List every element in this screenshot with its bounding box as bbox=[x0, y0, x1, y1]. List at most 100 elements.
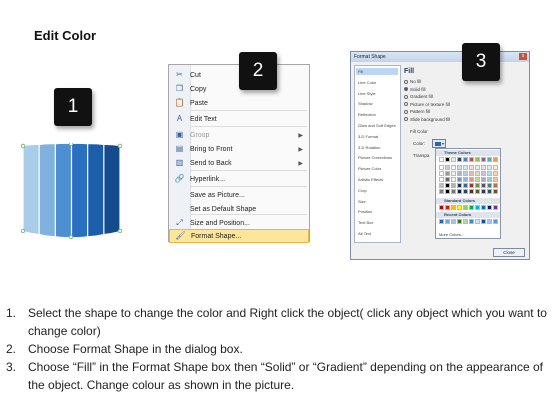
color-swatch[interactable] bbox=[445, 157, 450, 162]
color-swatch[interactable] bbox=[469, 189, 474, 194]
color-swatch[interactable] bbox=[457, 165, 462, 170]
color-swatch[interactable] bbox=[493, 171, 498, 176]
color-swatch[interactable] bbox=[445, 189, 450, 194]
color-swatch[interactable] bbox=[487, 157, 492, 162]
color-swatch[interactable] bbox=[463, 205, 468, 210]
color-swatch[interactable] bbox=[463, 157, 468, 162]
category-item[interactable]: Text Box bbox=[358, 219, 400, 226]
color-swatch[interactable] bbox=[481, 177, 486, 182]
color-swatch[interactable] bbox=[445, 205, 450, 210]
color-swatch[interactable] bbox=[493, 219, 498, 224]
color-swatch[interactable] bbox=[475, 171, 480, 176]
category-item[interactable]: Shadow bbox=[358, 100, 400, 107]
color-swatch[interactable] bbox=[475, 189, 480, 194]
color-swatch[interactable] bbox=[445, 171, 450, 176]
color-swatch[interactable] bbox=[457, 157, 462, 162]
color-swatch[interactable] bbox=[487, 189, 492, 194]
color-swatch[interactable] bbox=[445, 183, 450, 188]
radio-icon[interactable] bbox=[404, 117, 408, 121]
fill-option[interactable]: Gradient fill bbox=[404, 94, 433, 99]
category-item[interactable]: Crop bbox=[358, 187, 400, 194]
color-swatch[interactable] bbox=[493, 165, 498, 170]
color-swatch[interactable] bbox=[475, 157, 480, 162]
color-swatch[interactable] bbox=[457, 183, 462, 188]
color-swatch[interactable] bbox=[451, 205, 456, 210]
shape-segment[interactable] bbox=[23, 145, 39, 234]
radio-icon[interactable] bbox=[404, 109, 408, 114]
category-item[interactable]: Line Color bbox=[358, 79, 400, 86]
category-item[interactable]: Position bbox=[358, 208, 400, 215]
close-button[interactable]: Close bbox=[493, 248, 525, 257]
radio-icon[interactable] bbox=[404, 87, 408, 91]
color-swatch[interactable] bbox=[463, 177, 468, 182]
radio-icon[interactable] bbox=[404, 102, 408, 106]
color-swatch[interactable] bbox=[481, 165, 486, 170]
color-swatch[interactable] bbox=[445, 165, 450, 170]
color-swatch[interactable] bbox=[469, 157, 474, 162]
category-item[interactable]: Line Style bbox=[358, 90, 400, 97]
color-swatch[interactable] bbox=[469, 219, 474, 224]
color-swatch[interactable] bbox=[493, 157, 498, 162]
color-swatch[interactable] bbox=[493, 205, 498, 210]
color-swatch[interactable] bbox=[487, 219, 492, 224]
shape-segment[interactable] bbox=[39, 144, 55, 237]
color-swatch[interactable] bbox=[439, 177, 444, 182]
color-swatch[interactable] bbox=[481, 219, 486, 224]
category-item[interactable]: Picture Corrections bbox=[358, 154, 400, 161]
color-swatch[interactable] bbox=[475, 219, 480, 224]
category-item[interactable]: Glow and Soft Edges bbox=[358, 122, 400, 129]
shape-segment[interactable] bbox=[88, 144, 104, 237]
color-swatch[interactable] bbox=[457, 189, 462, 194]
color-swatch[interactable] bbox=[481, 189, 486, 194]
color-swatch[interactable] bbox=[469, 171, 474, 176]
color-swatch[interactable] bbox=[439, 183, 444, 188]
color-swatch[interactable] bbox=[481, 183, 486, 188]
color-swatch[interactable] bbox=[475, 177, 480, 182]
menu-item[interactable]: 🖌 Format Shape... bbox=[169, 229, 309, 243]
color-swatch[interactable] bbox=[469, 165, 474, 170]
shape-segment[interactable] bbox=[72, 143, 88, 238]
category-item[interactable]: Picture Color bbox=[358, 165, 400, 172]
color-swatch[interactable] bbox=[463, 219, 468, 224]
color-swatch[interactable] bbox=[457, 219, 462, 224]
color-swatch[interactable] bbox=[445, 219, 450, 224]
color-swatch[interactable] bbox=[469, 183, 474, 188]
menu-item[interactable]: ⤢ Size and Position... bbox=[169, 216, 309, 230]
color-swatch[interactable] bbox=[469, 205, 474, 210]
color-swatch[interactable] bbox=[475, 205, 480, 210]
color-swatch[interactable] bbox=[439, 171, 444, 176]
category-item[interactable]: Fill bbox=[356, 68, 398, 75]
color-swatch[interactable] bbox=[487, 177, 492, 182]
color-swatch[interactable] bbox=[463, 165, 468, 170]
menu-item[interactable]: Save as Picture... bbox=[169, 188, 309, 202]
color-swatch[interactable] bbox=[439, 157, 444, 162]
color-swatch[interactable] bbox=[487, 183, 492, 188]
fill-option[interactable]: Slide background fill bbox=[404, 117, 450, 122]
color-swatch[interactable] bbox=[451, 165, 456, 170]
color-swatch[interactable] bbox=[487, 165, 492, 170]
fill-option[interactable]: Pattern fill bbox=[404, 109, 430, 114]
color-swatch[interactable] bbox=[439, 219, 444, 224]
color-swatch[interactable] bbox=[475, 183, 480, 188]
color-swatch[interactable] bbox=[481, 205, 486, 210]
color-swatch[interactable] bbox=[451, 157, 456, 162]
fill-option[interactable]: Solid fill bbox=[404, 87, 426, 92]
color-swatch[interactable] bbox=[457, 205, 462, 210]
color-swatch[interactable] bbox=[457, 171, 462, 176]
color-swatch[interactable] bbox=[493, 183, 498, 188]
fill-option[interactable]: No fill bbox=[404, 79, 421, 84]
color-swatch[interactable] bbox=[445, 177, 450, 182]
menu-item[interactable]: 📋 Paste bbox=[169, 96, 309, 110]
color-swatch[interactable] bbox=[463, 171, 468, 176]
color-swatch[interactable] bbox=[487, 171, 492, 176]
color-swatch[interactable] bbox=[451, 177, 456, 182]
selected-shape[interactable] bbox=[18, 143, 126, 239]
menu-item[interactable]: ▥ Send to Back ▶ bbox=[169, 156, 309, 170]
color-swatch[interactable] bbox=[463, 183, 468, 188]
color-swatch[interactable] bbox=[451, 183, 456, 188]
color-swatch[interactable] bbox=[493, 177, 498, 182]
menu-item[interactable]: 🔗 Hyperlink... bbox=[169, 172, 309, 186]
category-item[interactable]: Artistic Effects bbox=[358, 176, 400, 183]
menu-item[interactable]: ▤ Bring to Front ▶ bbox=[169, 142, 309, 156]
color-swatch[interactable] bbox=[439, 165, 444, 170]
